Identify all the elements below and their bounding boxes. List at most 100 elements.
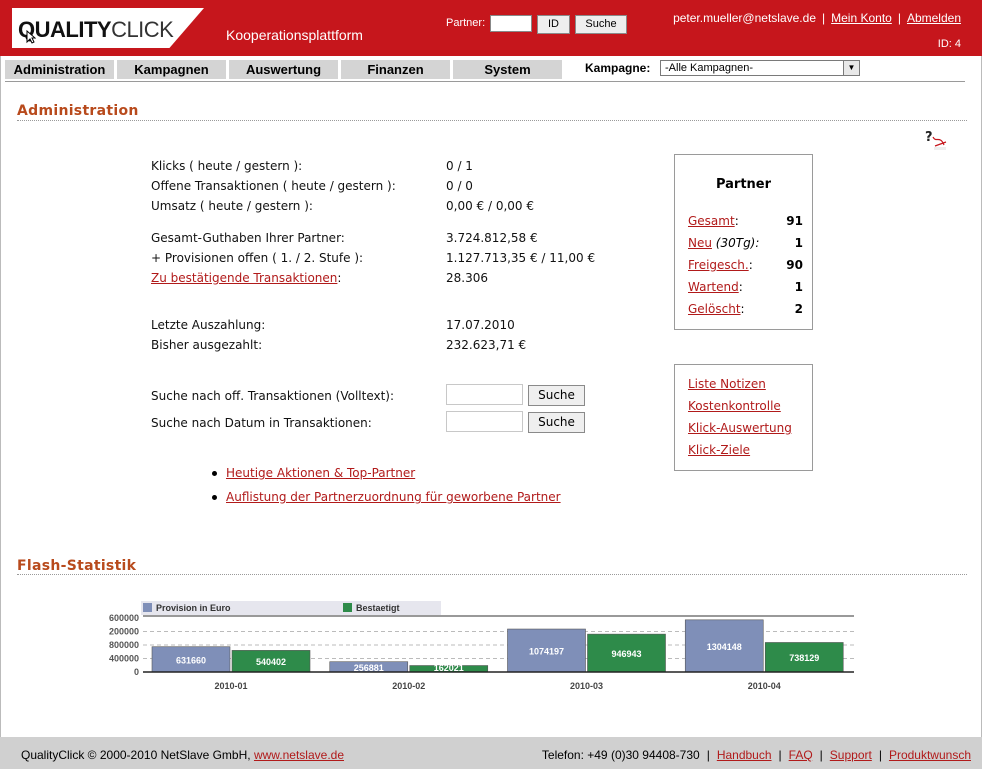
separator: | <box>778 748 782 762</box>
bar-data-label: 738129 <box>789 653 819 663</box>
partner-total-value: 91 <box>786 214 803 228</box>
stat-label-paid-so-far: Bisher ausgezahlt: <box>151 338 263 352</box>
partner-total-link[interactable]: Gesamt <box>688 214 735 228</box>
flash-statistics-chart: Provision in Euro Bestaetigt 600000 200000 8… <box>109 601 854 691</box>
tab-finanzen[interactable]: Finanzen <box>341 60 451 79</box>
row-suffix: : <box>738 280 743 294</box>
partner-waiting-value: 1 <box>794 280 803 294</box>
bullet-icon <box>212 471 217 476</box>
partner-waiting-link[interactable]: Wartend <box>688 280 739 294</box>
netslave-site-link[interactable]: www.netslave.de <box>254 748 344 762</box>
to-confirm-transactions-link[interactable]: Zu bestätigende Transaktionen <box>151 271 337 285</box>
separator: | <box>878 748 882 762</box>
manual-link[interactable]: Handbuch <box>717 748 772 762</box>
footer-links: Telefon: +49 (0)30 94408-730 | Handbuch | FA… <box>542 748 971 762</box>
date-search-button[interactable]: Suche <box>528 412 585 433</box>
separator: | <box>706 748 710 762</box>
stat-label-open-commissions: + Provisionen offen ( 1. / 2. Stufe ): <box>151 251 364 265</box>
click-analysis-link[interactable]: Klick-Auswertung <box>688 421 792 435</box>
x-tick-label: 2010-03 <box>570 681 603 691</box>
date-search-input[interactable] <box>446 411 523 432</box>
row-suffix: (30Tg): <box>711 236 760 250</box>
my-account-link[interactable]: Mein Konto <box>831 11 892 25</box>
partner-new-value: 1 <box>794 236 803 250</box>
partner-search-label: Partner: <box>446 17 486 29</box>
bar-data-label: 540402 <box>256 657 286 667</box>
logout-link[interactable]: Abmelden <box>907 11 961 25</box>
header-bar: QUALITYCLICK Kooperationsplattform Partn… <box>0 0 982 56</box>
stat-label-revenue: Umsatz ( heute / gestern ): <box>151 199 313 213</box>
quick-links-box: Liste Notizen Kostenkontrolle Klick-Ausw… <box>674 364 813 471</box>
stat-value-clicks: 0 / 1 <box>446 159 473 173</box>
header-search-button[interactable]: Suche <box>575 15 627 34</box>
logo[interactable]: QUALITYCLICK <box>12 8 204 48</box>
feature-request-link[interactable]: Produktwunsch <box>889 748 971 762</box>
stat-value-last-payout: 17.07.2010 <box>446 318 515 332</box>
bar-data-label: 631660 <box>176 655 206 665</box>
x-tick-label: 2010-02 <box>392 681 425 691</box>
svg-text:?: ? <box>925 130 933 145</box>
click-targets-link[interactable]: Klick-Ziele <box>688 443 750 457</box>
fulltext-search-button[interactable]: Suche <box>528 385 585 406</box>
tab-system[interactable]: System <box>453 60 563 79</box>
legend-label: Provision in Euro <box>156 603 231 613</box>
section-divider <box>17 120 967 121</box>
separator: | <box>822 11 826 25</box>
kampagne-selected-value: -Alle Kampagnen- <box>665 62 754 74</box>
stat-value-revenue: 0,00 € / 0,00 € <box>446 199 535 213</box>
bullet-icon <box>212 495 217 500</box>
logo-text: QUALITYCLICK <box>18 17 174 43</box>
partner-row-approved: Freigesch.: 90 <box>688 258 803 272</box>
tab-auswertung[interactable]: Auswertung <box>229 60 339 79</box>
legend-swatch <box>343 603 352 612</box>
legend-swatch <box>143 603 152 612</box>
fulltext-search-input[interactable] <box>446 384 523 405</box>
bar-data-label: 1304148 <box>707 642 742 652</box>
fulltext-search-label: Suche nach off. Transaktionen (Volltext)… <box>151 389 395 403</box>
logo-light: CLICK <box>111 17 174 42</box>
y-tick-label: 200000 <box>109 627 139 637</box>
partner-approved-link[interactable]: Freigesch. <box>688 258 749 272</box>
partner-search-input[interactable] <box>490 15 532 32</box>
id-button[interactable]: ID <box>537 15 570 34</box>
kampagne-label: Kampagne: <box>585 61 651 75</box>
stat-value-open-transactions: 0 / 0 <box>446 179 473 193</box>
y-tick-label: 400000 <box>109 654 139 664</box>
row-suffix: : <box>740 302 745 316</box>
bar-data-label: 1074197 <box>529 647 564 657</box>
phone-text: Telefon: +49 (0)30 94408-730 <box>541 748 700 762</box>
partner-row-total: Gesamt: 91 <box>688 214 803 228</box>
x-tick-label: 2010-04 <box>748 681 781 691</box>
stat-value-paid-so-far: 232.623,71 € <box>446 338 527 352</box>
user-id: ID: 4 <box>937 38 961 50</box>
help-pdf-icon[interactable]: ? <box>924 129 948 151</box>
user-links: peter.mueller@netslave.de | Mein Konto | Abm… <box>673 11 961 25</box>
tab-administration[interactable]: Administration <box>5 60 115 79</box>
partner-assignment-link[interactable]: Auflistung der Partnerzuordnung für gewo… <box>226 490 561 504</box>
cost-control-link[interactable]: Kostenkontrolle <box>688 399 781 413</box>
partner-deleted-value: 2 <box>794 302 803 316</box>
chevron-down-icon[interactable]: ▼ <box>843 61 859 75</box>
tab-kampagnen[interactable]: Kampagnen <box>117 60 227 79</box>
stat-label-open-transactions: Offene Transaktionen ( heute / gestern )… <box>151 179 396 193</box>
section-divider <box>17 574 967 575</box>
notes-list-link[interactable]: Liste Notizen <box>688 377 766 391</box>
stat-label-last-payout: Letzte Auszahlung: <box>151 318 266 332</box>
row-suffix: : <box>734 214 739 228</box>
stat-value-total-credit: 3.724.812,58 € <box>446 231 538 245</box>
stat-colon: : <box>337 271 342 285</box>
legend-label: Bestaetigt <box>356 603 400 613</box>
partner-row-deleted: Gelöscht: 2 <box>688 302 803 316</box>
today-actions-link[interactable]: Heutige Aktionen & Top-Partner <box>226 466 415 480</box>
separator: | <box>897 11 901 25</box>
section-title-administration: Administration <box>17 103 139 119</box>
faq-link[interactable]: FAQ <box>789 748 813 762</box>
kampagne-select[interactable]: -Alle Kampagnen- ▼ <box>660 60 860 76</box>
list-item: Heutige Aktionen & Top-Partner <box>212 466 415 480</box>
partner-row-waiting: Wartend: 1 <box>688 280 803 294</box>
stat-label-total-credit: Gesamt-Guthaben Ihrer Partner: <box>151 231 345 245</box>
partner-new-link[interactable]: Neu <box>688 236 712 250</box>
support-link[interactable]: Support <box>830 748 872 762</box>
partner-deleted-link[interactable]: Gelöscht <box>688 302 741 316</box>
cursor-icon <box>26 30 36 44</box>
